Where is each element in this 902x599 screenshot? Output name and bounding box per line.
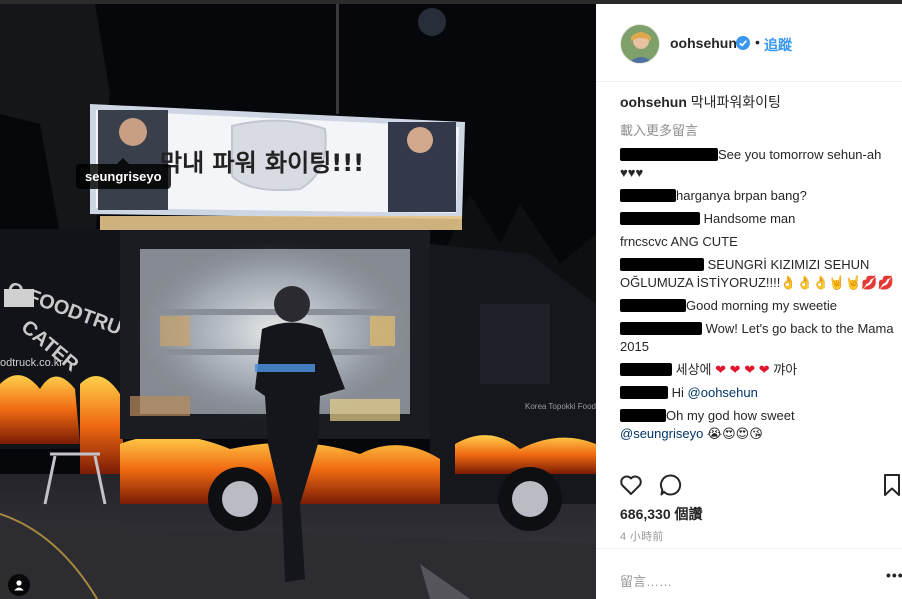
photo-scene: O FOODTRUCK CATER odtruck.co.kr Korea To… <box>0 4 596 599</box>
comment-icon[interactable] <box>658 472 684 498</box>
comment-item: Wow! Let's go back to the Mama 2015 <box>620 320 902 356</box>
redacted-username <box>620 409 666 422</box>
instagram-post-modal: O FOODTRUCK CATER odtruck.co.kr Korea To… <box>0 0 902 599</box>
comment-text: Oh my god how sweet <box>666 408 795 423</box>
add-comment-area: 留言…… ••• <box>596 548 902 599</box>
post-actions <box>596 466 902 506</box>
more-options-icon[interactable]: ••• <box>886 567 902 583</box>
photo-user-tag[interactable]: seungriseyo <box>76 158 171 189</box>
comment-emojis: 😭😍😍😘 <box>706 426 763 441</box>
redacted-username <box>620 299 686 312</box>
bookmark-icon[interactable] <box>882 472 902 498</box>
comment-item: 세상에 ❤ ❤ ❤ ❤ 꺄아 <box>620 361 902 379</box>
redacted-username <box>620 212 700 225</box>
comment-item: harganya brpan bang? <box>620 187 902 205</box>
redacted-username <box>620 322 702 335</box>
comment-text: ANG CUTE <box>670 234 738 249</box>
comment-item: Good morning my sweetie <box>620 297 902 315</box>
load-more-comments-button[interactable]: 載入更多留言 <box>620 120 902 139</box>
redacted-username <box>620 386 668 399</box>
comment-list: oohsehun 막내파워화이팅 載入更多留言 See you tomorrow… <box>620 93 902 448</box>
header-username[interactable]: oohsehun <box>670 35 737 51</box>
verified-icon <box>736 36 750 50</box>
caption-username[interactable]: oohsehun <box>620 94 687 110</box>
like-count[interactable]: 686,330 個讚 <box>620 504 703 524</box>
post-photo[interactable]: O FOODTRUCK CATER odtruck.co.kr Korea To… <box>0 4 596 599</box>
heart-icon[interactable] <box>618 472 644 498</box>
comment-text: Handsome man <box>703 211 796 226</box>
caption: oohsehun 막내파워화이팅 <box>620 93 902 112</box>
follow-button[interactable]: 追蹤 <box>764 35 792 55</box>
comment-item: See you tomorrow sehun-ah ♥♥♥ <box>620 146 902 182</box>
redacted-username <box>620 189 676 202</box>
avatar[interactable] <box>620 24 660 64</box>
post-header: oohsehun • 追蹤 <box>596 4 902 82</box>
comment-username[interactable]: frncscvc <box>620 234 668 249</box>
redacted-username <box>620 363 672 376</box>
comment-text: harganya brpan bang? <box>676 188 807 203</box>
svg-text:odtruck.co.kr: odtruck.co.kr <box>0 357 63 369</box>
header-separator: • <box>755 34 760 50</box>
redacted-username <box>620 258 704 271</box>
redacted-username <box>620 148 718 161</box>
caption-text: 막내파워화이팅 <box>690 94 781 110</box>
comment-input[interactable]: 留言…… <box>620 571 672 590</box>
svg-text:막내 파워 화이팅!!!: 막내 파워 화이팅!!! <box>160 149 364 177</box>
comment-text: 세상에 ❤ ❤ ❤ ❤ 꺄아 <box>675 362 798 377</box>
person-tag-icon[interactable] <box>8 574 30 596</box>
comment-item: Hi @oohsehun <box>620 384 902 402</box>
comment-item: Handsome man <box>620 210 902 228</box>
comment-mention[interactable]: @seungriseyo <box>620 426 703 441</box>
comment-mention[interactable]: @oohsehun <box>688 385 758 400</box>
comment-item: frncscvc ANG CUTE <box>620 233 902 251</box>
svg-text:Korea Topokki Food Tr: Korea Topokki Food Tr <box>525 402 596 411</box>
comment-item: SEUNGRİ KIZIMIZI SEHUN OĞLUMUZA İSTİYORU… <box>620 256 902 292</box>
comment-text: Good morning my sweetie <box>686 298 838 313</box>
comment-item: Oh my god how sweet @seungriseyo 😭😍😍😘 <box>620 407 902 443</box>
post-timestamp[interactable]: 4 小時前 <box>620 528 664 544</box>
comment-text: Hi <box>671 385 684 400</box>
post-sidebar: oohsehun • 追蹤 oohsehun 막내파워화이팅 載入更多留言 Se… <box>596 4 902 599</box>
